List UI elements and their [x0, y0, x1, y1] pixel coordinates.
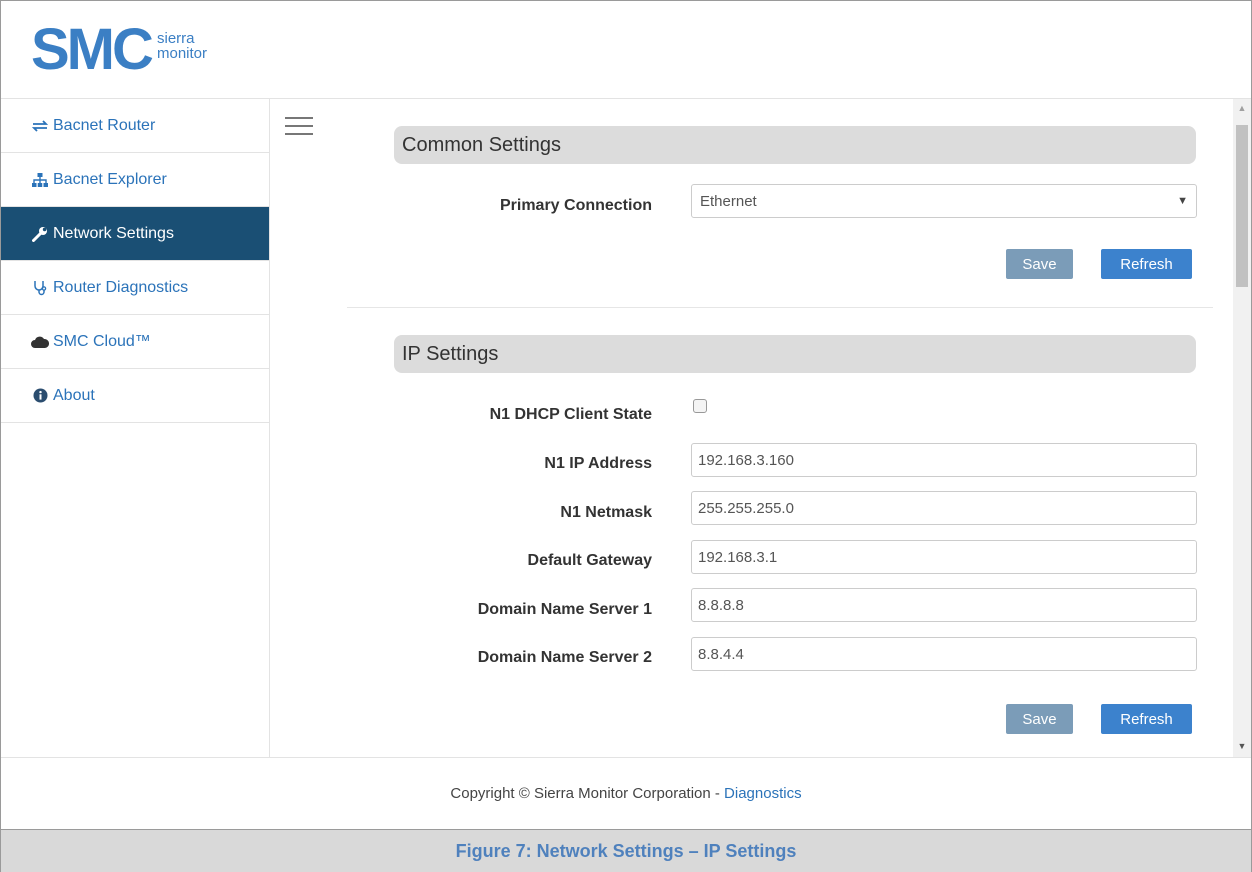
hamburger-menu-icon[interactable]: [285, 117, 313, 137]
sidebar-item-label: Bacnet Router: [53, 116, 156, 134]
primary-connection-select[interactable]: Ethernet ▼: [691, 184, 1197, 218]
cloud-icon: [31, 336, 49, 348]
sidebar-nav: Bacnet Router Bacnet Explorer Network Se…: [1, 99, 270, 757]
sidebar-item-smc-cloud[interactable]: SMC Cloud™: [1, 315, 269, 369]
common-settings-header: Common Settings: [394, 126, 1196, 164]
ip-refresh-button[interactable]: Refresh: [1101, 704, 1192, 734]
netmask-label: N1 Netmask: [560, 504, 652, 521]
sidebar-item-bacnet-router[interactable]: Bacnet Router: [1, 99, 269, 153]
sidebar-item-label: SMC Cloud™: [53, 332, 151, 350]
section-divider: [347, 307, 1213, 308]
dns-server-2-label: Domain Name Server 2: [477, 649, 652, 666]
svg-text:monitor: monitor: [157, 45, 207, 62]
dhcp-client-state-label: N1 DHCP Client State: [489, 406, 652, 423]
vertical-scrollbar[interactable]: ▲ ▼: [1233, 99, 1251, 757]
default-gateway-input[interactable]: [691, 540, 1197, 574]
figure-caption: Figure 7: Network Settings – IP Settings: [1, 829, 1251, 872]
info-circle-icon: [31, 388, 49, 403]
dhcp-client-state-checkbox[interactable]: [693, 399, 707, 413]
smc-logo-graphic: SMC sierra monitor: [31, 21, 207, 81]
sitemap-icon: [31, 172, 49, 187]
scroll-down-arrow-icon[interactable]: ▼: [1233, 739, 1251, 753]
sidebar-item-label: About: [53, 386, 95, 404]
exchange-arrows-icon: [31, 119, 49, 132]
dns-server-1-label: Domain Name Server 1: [477, 601, 652, 618]
stethoscope-icon: [31, 280, 49, 296]
app-header: SMC sierra monitor: [1, 1, 1251, 99]
chevron-down-icon: ▼: [1177, 195, 1188, 207]
sidebar-item-label: Network Settings: [53, 224, 174, 242]
ip-address-label: N1 IP Address: [544, 455, 652, 472]
svg-text:SMC: SMC: [31, 21, 153, 81]
sidebar-item-network-settings[interactable]: Network Settings: [1, 207, 269, 261]
sidebar-item-about[interactable]: About: [1, 369, 269, 423]
sidebar-item-label: Router Diagnostics: [53, 278, 189, 296]
ip-save-button[interactable]: Save: [1006, 704, 1073, 734]
dns-server-1-input[interactable]: [691, 588, 1197, 622]
wrench-icon: [31, 226, 49, 242]
sidebar-item-label: Bacnet Explorer: [53, 170, 167, 188]
page-footer: Copyright © Sierra Monitor Corporation -…: [1, 757, 1251, 829]
netmask-input[interactable]: [691, 491, 1197, 525]
scroll-up-arrow-icon[interactable]: ▲: [1233, 101, 1251, 115]
common-save-button[interactable]: Save: [1006, 249, 1073, 279]
window-frame: SMC sierra monitor Bacnet Router Bacnet …: [0, 0, 1252, 872]
sidebar-item-router-diagnostics[interactable]: Router Diagnostics: [1, 261, 269, 315]
smc-logo[interactable]: SMC sierra monitor: [31, 21, 231, 81]
dns-server-2-input[interactable]: [691, 637, 1197, 671]
common-refresh-button[interactable]: Refresh: [1101, 249, 1192, 279]
scrollbar-thumb[interactable]: [1236, 125, 1248, 287]
ip-settings-header: IP Settings: [394, 335, 1196, 373]
primary-connection-value: Ethernet: [700, 192, 757, 210]
diagnostics-link[interactable]: Diagnostics: [724, 785, 802, 802]
copyright-text: Copyright © Sierra Monitor Corporation -: [450, 785, 725, 802]
default-gateway-label: Default Gateway: [527, 552, 652, 569]
primary-connection-label: Primary Connection: [499, 197, 652, 214]
ip-address-input[interactable]: [691, 443, 1197, 477]
sidebar-item-bacnet-explorer[interactable]: Bacnet Explorer: [1, 153, 269, 207]
main-content: Common Settings Primary Connection Ether…: [271, 99, 1233, 757]
